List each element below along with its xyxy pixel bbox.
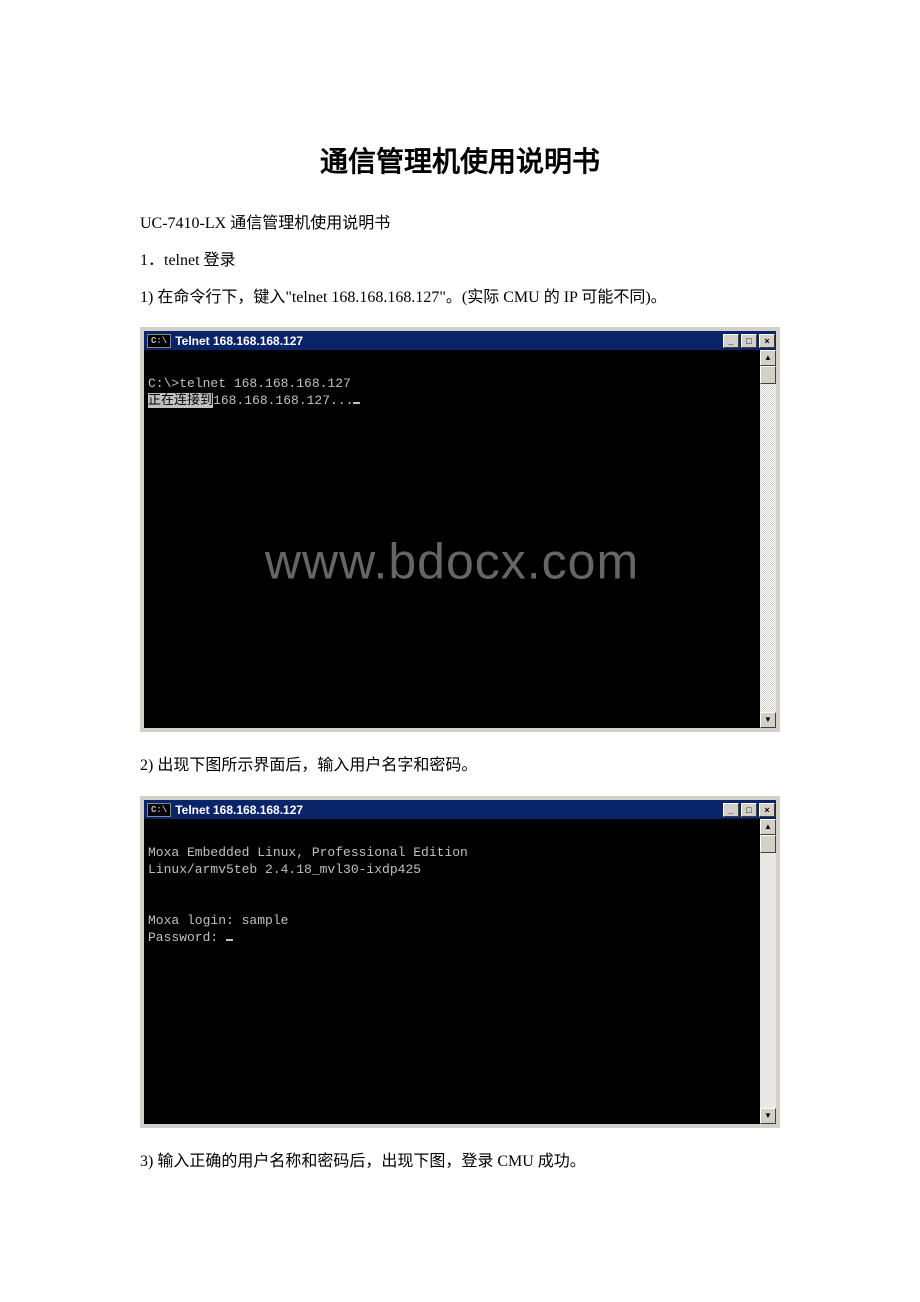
step-3-text: 3) 输入正确的用户名称和密码后，出现下图，登录 CMU 成功。 <box>140 1148 780 1177</box>
step-1-text: 1) 在命令行下，键入"telnet 168.168.168.127"。(实际 … <box>140 284 780 313</box>
window-title: Telnet 168.168.168.127 <box>175 803 722 817</box>
terminal-line: Moxa Embedded Linux, Professional Editio… <box>148 845 468 860</box>
scrollbar-track[interactable] <box>760 366 776 712</box>
scrollbar[interactable]: ▲ ▼ <box>760 819 776 1124</box>
minimize-button[interactable]: _ <box>723 803 739 817</box>
terminal-line: Moxa login: sample <box>148 913 288 928</box>
cursor-icon <box>226 939 233 941</box>
maximize-button[interactable]: □ <box>741 334 757 348</box>
terminal-line: 168.168.168.127... <box>213 393 353 408</box>
document-page: 通信管理机使用说明书 UC-7410-LX 通信管理机使用说明书 1．telne… <box>0 0 920 1225</box>
window-title: Telnet 168.168.168.127 <box>175 334 722 348</box>
scroll-up-button[interactable]: ▲ <box>760 819 776 835</box>
minimize-button[interactable]: _ <box>723 334 739 348</box>
cmd-window-1: C:\ Telnet 168.168.168.127 _ □ × C:\>tel… <box>140 327 780 732</box>
window-body: C:\>telnet 168.168.168.127 正在连接到168.168.… <box>144 350 776 728</box>
window-body: Moxa Embedded Linux, Professional Editio… <box>144 819 776 1124</box>
titlebar: C:\ Telnet 168.168.168.127 _ □ × <box>144 800 776 819</box>
terminal-output: Moxa Embedded Linux, Professional Editio… <box>144 819 760 1124</box>
scrollbar-thumb[interactable] <box>760 835 776 853</box>
cursor-icon <box>353 402 360 404</box>
terminal-output: C:\>telnet 168.168.168.127 正在连接到168.168.… <box>144 350 760 728</box>
scrollbar-thumb[interactable] <box>760 366 776 384</box>
scrollbar-track[interactable] <box>760 835 776 1108</box>
close-button[interactable]: × <box>759 803 775 817</box>
terminal-line: C:\>telnet 168.168.168.127 <box>148 376 351 391</box>
scroll-down-button[interactable]: ▼ <box>760 1108 776 1124</box>
terminal-line: 正在连接到 <box>148 393 213 408</box>
scroll-down-button[interactable]: ▼ <box>760 712 776 728</box>
scroll-up-button[interactable]: ▲ <box>760 350 776 366</box>
terminal-line: Linux/armv5teb 2.4.18_mvl30-ixdp425 <box>148 862 421 877</box>
document-subtitle: UC-7410-LX 通信管理机使用说明书 <box>140 210 780 239</box>
cmd-icon: C:\ <box>147 803 171 817</box>
step-2-text: 2) 出现下图所示界面后，输入用户名字和密码。 <box>140 752 780 781</box>
maximize-button[interactable]: □ <box>741 803 757 817</box>
scrollbar[interactable]: ▲ ▼ <box>760 350 776 728</box>
titlebar: C:\ Telnet 168.168.168.127 _ □ × <box>144 331 776 350</box>
terminal-line: Password: <box>148 930 226 945</box>
section-heading: 1．telnet 登录 <box>140 247 780 276</box>
cmd-window-2: C:\ Telnet 168.168.168.127 _ □ × Moxa Em… <box>140 796 780 1128</box>
cmd-icon: C:\ <box>147 334 171 348</box>
close-button[interactable]: × <box>759 334 775 348</box>
document-title: 通信管理机使用说明书 <box>140 140 780 180</box>
watermark-text: www.bdocx.com <box>265 554 639 571</box>
